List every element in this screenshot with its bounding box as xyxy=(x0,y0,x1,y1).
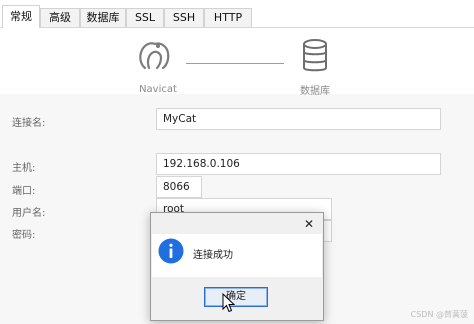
close-icon[interactable]: ✕ xyxy=(304,215,314,233)
password-label: 密码: xyxy=(12,230,36,241)
connection-name-field[interactable] xyxy=(156,108,441,130)
host-label: 主机: xyxy=(12,163,36,174)
tab-ssl[interactable]: SSL xyxy=(126,8,164,27)
mouse-cursor-icon xyxy=(222,293,236,313)
tab-general[interactable]: 常规 xyxy=(2,5,40,28)
tab-label: 常规 xyxy=(10,10,32,23)
tab-ssh[interactable]: SSH xyxy=(164,8,204,27)
dialog-message: 连接成功 xyxy=(193,250,233,261)
navicat-label: Navicat xyxy=(139,84,177,95)
watermark: CSDN @茼蒿菠 xyxy=(410,310,468,319)
connection-line xyxy=(186,63,284,64)
tab-label: 数据库 xyxy=(86,11,120,24)
tab-label: SSH xyxy=(172,11,196,24)
database-label: 数据库 xyxy=(300,86,330,97)
ok-button[interactable]: 确定 xyxy=(204,287,268,307)
dialog-body: 连接成功 xyxy=(152,234,322,277)
tab-http[interactable]: HTTP xyxy=(204,8,252,27)
tab-advanced[interactable]: 高级 xyxy=(40,8,80,27)
tab-label: SSL xyxy=(134,11,156,24)
port-label: 端口: xyxy=(12,186,36,197)
connection-diagram: Navicat 数据库 xyxy=(0,28,474,97)
tab-label: HTTP xyxy=(213,11,243,24)
info-icon xyxy=(158,238,184,264)
success-dialog: ✕ 连接成功 确定 xyxy=(150,212,324,321)
connection-name-label: 连接名: xyxy=(12,118,46,129)
username-label: 用户名: xyxy=(12,208,46,219)
port-field[interactable] xyxy=(156,176,202,198)
tab-label: 高级 xyxy=(49,11,71,24)
tab-bar: 常规 高级 数据库 SSL SSH HTTP xyxy=(0,0,474,28)
host-field[interactable] xyxy=(156,153,441,175)
database-icon xyxy=(303,39,327,72)
navicat-icon xyxy=(139,42,170,70)
tab-database[interactable]: 数据库 xyxy=(80,8,126,27)
